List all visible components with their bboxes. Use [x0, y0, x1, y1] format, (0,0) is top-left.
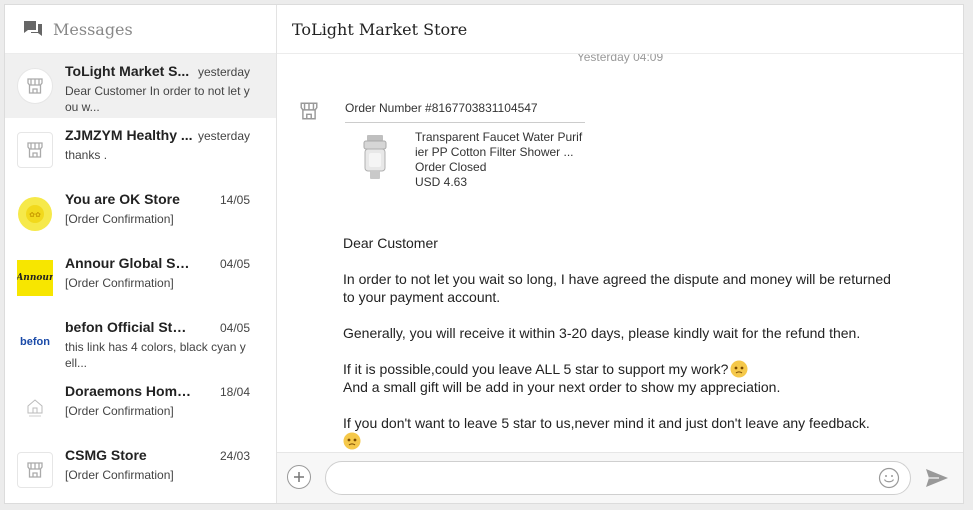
message-list[interactable]: Yesterday 04:09 Order Number #8167703831… [277, 54, 963, 452]
product-info: Transparent Faucet Water Purifier PP Cot… [415, 130, 583, 190]
message-timestamp: Yesterday 04:09 [576, 54, 664, 64]
conversation-preview: this link has 4 colors, black cyan yell.… [65, 340, 246, 370]
order-status: Order Closed [415, 160, 487, 174]
send-icon[interactable] [925, 467, 949, 489]
annour-logo: Annour [17, 260, 53, 296]
conversation-name: Doraemons Homes ... [65, 383, 193, 399]
svg-text:✿✿: ✿✿ [29, 212, 41, 219]
chat-panel: ToLight Market Store Yesterday 04:09 Ord… [277, 5, 963, 503]
chat-header: ToLight Market Store [277, 5, 963, 54]
order-price: USD 4.63 [415, 175, 468, 189]
message-paragraph: Generally, you will receive it within 3-… [343, 325, 861, 341]
conversation-item[interactable]: ✿✿ You are OK Store 14/05 [Order Confirm… [5, 182, 276, 246]
pleading-face-emoji-icon [343, 432, 361, 450]
conversation-name: befon Official Store [65, 319, 193, 335]
conversation-name: CSMG Store [65, 447, 147, 463]
messenger-window: Messages ToLight Market S... yesterday D… [4, 4, 964, 504]
conversation-preview: [Order Confirmation] [65, 404, 174, 418]
conversation-date: yesterday [197, 65, 250, 79]
conversation-date: yesterday [197, 129, 250, 143]
conversation-name: ZJMZYM Healthy ... [65, 127, 193, 143]
conversation-preview: [Order Confirmation] [65, 276, 174, 290]
conversation-sidebar: Messages ToLight Market S... yesterday D… [5, 5, 277, 503]
conversation-item[interactable]: ZJMZYM Healthy ... yesterday thanks . [5, 118, 276, 182]
message-line: If it is possible,could you leave ALL 5 … [343, 361, 729, 377]
store-icon [17, 68, 53, 104]
conversation-date: 24/03 [219, 449, 250, 463]
order-card[interactable]: Order Number #8167703831104547 Transpare… [345, 101, 585, 190]
conversation-preview: [Order Confirmation] [65, 212, 174, 226]
product-name[interactable]: Transparent Faucet Water Purifier PP Cot… [415, 130, 583, 160]
message-line: If you don't want to leave 5 star to us,… [343, 415, 870, 431]
store-icon [299, 101, 319, 121]
doraemons-logo [17, 388, 53, 424]
pleading-face-emoji-icon [730, 360, 748, 378]
sidebar-header: Messages [5, 5, 276, 54]
product-image[interactable] [345, 130, 405, 186]
order-number: Order Number #8167703831104547 [345, 101, 585, 123]
smile-icon[interactable] [878, 467, 900, 489]
plus-icon[interactable] [287, 465, 311, 489]
conversation-name: You are OK Store [65, 191, 180, 207]
conversation-preview: [Order Confirmation] [65, 468, 174, 482]
message-paragraph: If you don't want to leave 5 star to us,… [343, 414, 903, 450]
message-composer [277, 452, 963, 503]
conversation-date: 14/05 [219, 193, 250, 207]
conversation-name: ToLight Market S... [65, 63, 190, 79]
message-input[interactable] [340, 462, 874, 494]
yellow-logo-avatar: ✿✿ [17, 196, 53, 232]
conversation-item[interactable]: CSMG Store 24/03 [Order Confirmation] [5, 438, 276, 502]
message-greeting: Dear Customer [343, 235, 438, 251]
conversation-date: 18/04 [219, 385, 250, 399]
conversation-name: Annour Global Store [65, 255, 193, 271]
message-input-box[interactable] [325, 461, 911, 495]
message-paragraph: In order to not let you wait so long, I … [343, 271, 891, 305]
chat-title: ToLight Market Store [292, 19, 468, 39]
store-icon [17, 452, 53, 488]
befon-logo: befon [20, 336, 50, 348]
message-paragraph: If it is possible,could you leave ALL 5 … [343, 360, 903, 378]
store-icon [17, 132, 53, 168]
conversation-date: 04/05 [219, 321, 250, 335]
conversation-item[interactable]: ToLight Market S... yesterday Dear Custo… [5, 54, 276, 118]
conversation-date: 04/05 [219, 257, 250, 271]
conversation-item[interactable]: Doraemons Homes ... 18/04 [Order Confirm… [5, 374, 276, 438]
message-body: Dear Customer In order to not let you wa… [343, 234, 903, 450]
conversation-preview: Dear Customer In order to not let you w.… [65, 84, 250, 114]
chat-bubbles-icon [23, 19, 45, 39]
message-paragraph: And a small gift will be add in your nex… [343, 379, 781, 395]
conversation-item[interactable]: Annour Annour Global Store 04/05 [Order … [5, 246, 276, 310]
conversation-item[interactable]: befon befon Official Store 04/05 this li… [5, 310, 276, 374]
order-product[interactable]: Transparent Faucet Water Purifier PP Cot… [345, 130, 585, 190]
conversation-preview: thanks . [65, 148, 108, 162]
sidebar-title: Messages [53, 19, 133, 39]
